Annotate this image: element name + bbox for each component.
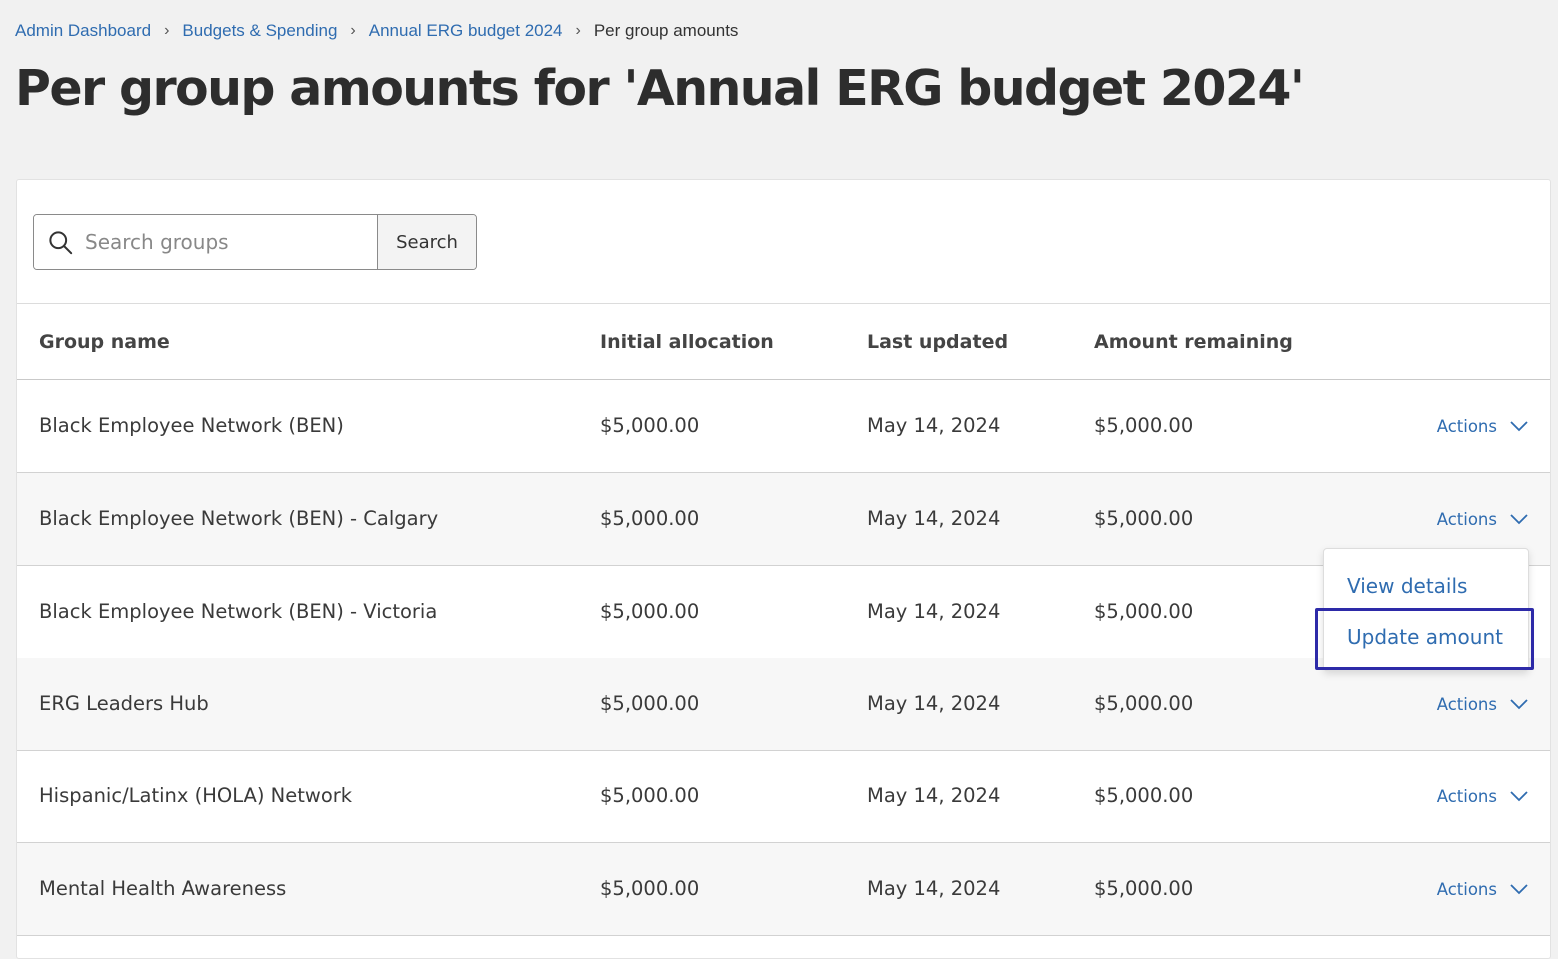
initial-allocation-cell: $5,000.00	[600, 784, 700, 807]
table-header: Group name Initial allocation Last updat…	[17, 303, 1550, 380]
actions-button[interactable]: Actions	[1437, 843, 1528, 935]
table-row: Mental Health Awareness $5,000.00 May 14…	[17, 843, 1550, 936]
actions-button[interactable]: Actions	[1437, 658, 1528, 750]
initial-allocation-cell: $5,000.00	[600, 692, 700, 715]
group-name-cell: Black Employee Network (BEN) - Calgary	[39, 507, 439, 530]
actions-label: Actions	[1436, 416, 1497, 436]
amount-remaining-cell: $5,000.00	[1094, 600, 1194, 623]
last-updated-cell: May 14, 2024	[867, 507, 1001, 530]
menu-item-view-details[interactable]: View details	[1324, 560, 1528, 612]
amount-remaining-cell: $5,000.00	[1094, 784, 1194, 807]
group-name-cell: ERG Leaders Hub	[39, 692, 209, 715]
page-title: Per group amounts for 'Annual ERG budget…	[15, 60, 1305, 117]
chevron-down-icon	[1510, 421, 1528, 432]
amount-remaining-cell: $5,000.00	[1094, 692, 1194, 715]
initial-allocation-cell: $5,000.00	[600, 507, 700, 530]
search-icon	[49, 230, 73, 254]
chevron-down-icon	[1510, 514, 1528, 525]
breadcrumb: Admin Dashboard › Budgets & Spending › A…	[15, 20, 738, 42]
breadcrumb-annual-erg-budget[interactable]: Annual ERG budget 2024	[369, 21, 563, 41]
table-row: Black Employee Network (BEN) - Victoria …	[17, 566, 1550, 659]
groups-card: Search Group name Initial allocation Las…	[16, 179, 1551, 959]
search-input[interactable]	[85, 230, 365, 254]
last-updated-cell: May 14, 2024	[867, 600, 1001, 623]
column-header-amount-remaining: Amount remaining	[1094, 331, 1293, 353]
group-name-cell: Black Employee Network (BEN)	[39, 414, 344, 437]
group-name-cell: Hispanic/Latinx (HOLA) Network	[39, 784, 353, 807]
actions-label: Actions	[1436, 786, 1497, 806]
last-updated-cell: May 14, 2024	[867, 414, 1001, 437]
search-field[interactable]	[34, 215, 378, 269]
chevron-down-icon	[1510, 791, 1528, 802]
actions-button[interactable]: Actions	[1437, 380, 1528, 472]
breadcrumb-admin-dashboard[interactable]: Admin Dashboard	[15, 21, 151, 41]
breadcrumb-separator-icon: ›	[575, 22, 581, 39]
last-updated-cell: May 14, 2024	[867, 692, 1001, 715]
search-button[interactable]: Search	[378, 215, 476, 269]
actions-dropdown-menu: View details Update amount	[1323, 548, 1529, 671]
table-row: Black Employee Network (BEN) - Calgary $…	[17, 473, 1550, 566]
amount-remaining-cell: $5,000.00	[1094, 507, 1194, 530]
chevron-down-icon	[1510, 699, 1528, 710]
column-header-group-name: Group name	[39, 331, 170, 353]
column-header-last-updated: Last updated	[867, 331, 1009, 353]
actions-button[interactable]: Actions	[1437, 750, 1528, 842]
group-name-cell: Black Employee Network (BEN) - Victoria	[39, 600, 438, 623]
chevron-down-icon	[1510, 884, 1528, 895]
column-header-initial-allocation: Initial allocation	[600, 331, 774, 353]
last-updated-cell: May 14, 2024	[867, 784, 1001, 807]
menu-item-update-amount[interactable]: Update amount	[1324, 611, 1528, 663]
table-row: Black Employee Network (BEN) $5,000.00 M…	[17, 380, 1550, 473]
breadcrumb-separator-icon: ›	[350, 22, 356, 39]
amount-remaining-cell: $5,000.00	[1094, 877, 1194, 900]
search-bar: Search	[33, 214, 477, 270]
actions-label: Actions	[1436, 694, 1497, 714]
breadcrumb-current: Per group amounts	[593, 21, 739, 40]
initial-allocation-cell: $5,000.00	[600, 877, 700, 900]
last-updated-cell: May 14, 2024	[867, 877, 1001, 900]
table-row: Hispanic/Latinx (HOLA) Network $5,000.00…	[17, 750, 1550, 843]
initial-allocation-cell: $5,000.00	[600, 600, 700, 623]
amount-remaining-cell: $5,000.00	[1094, 414, 1194, 437]
initial-allocation-cell: $5,000.00	[600, 414, 700, 437]
breadcrumb-separator-icon: ›	[164, 22, 170, 39]
table-row: ERG Leaders Hub $5,000.00 May 14, 2024 $…	[17, 658, 1550, 751]
actions-label: Actions	[1436, 879, 1497, 899]
group-name-cell: Mental Health Awareness	[39, 877, 287, 900]
breadcrumb-budgets-spending[interactable]: Budgets & Spending	[182, 21, 337, 41]
actions-label: Actions	[1436, 509, 1497, 529]
